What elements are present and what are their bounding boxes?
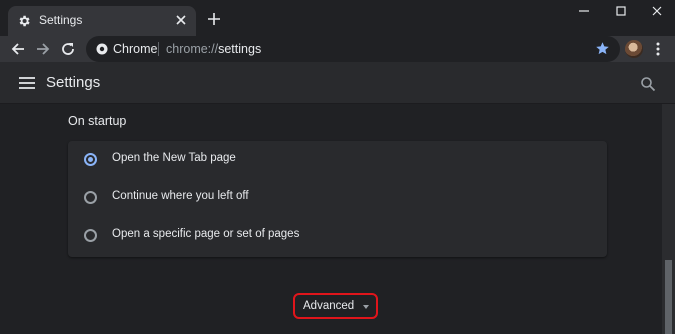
startup-option-specific-pages[interactable]: Open a specific page or set of pages: [68, 217, 607, 255]
site-name: Chrome: [113, 42, 158, 56]
radio-label: Continue where you left off: [112, 190, 249, 202]
radio-label: Open a specific page or set of pages: [112, 228, 300, 240]
gear-icon: [19, 15, 30, 27]
close-icon[interactable]: [648, 4, 666, 18]
omnibox-separator: [158, 42, 159, 56]
back-icon[interactable]: [9, 40, 27, 58]
reload-icon[interactable]: [59, 40, 77, 58]
hamburger-menu-icon[interactable]: [18, 76, 36, 90]
url-host: settings: [218, 42, 262, 56]
search-icon[interactable]: [640, 76, 656, 92]
chevron-down-icon: [363, 305, 369, 309]
bookmark-star-icon[interactable]: [595, 41, 610, 56]
tab-settings[interactable]: Settings: [8, 6, 196, 36]
url-scheme: chrome://: [166, 42, 219, 56]
startup-option-continue[interactable]: Continue where you left off: [68, 179, 607, 217]
page-title: Settings: [46, 74, 101, 91]
startup-option-new-tab[interactable]: Open the New Tab page: [68, 141, 607, 179]
radio-label: Open the New Tab page: [112, 152, 236, 164]
minimize-icon[interactable]: [575, 4, 593, 18]
radio-button-selected[interactable]: [84, 153, 97, 166]
title-bar: Settings: [0, 0, 675, 36]
url-text[interactable]: chrome://settings: [166, 42, 261, 56]
forward-icon[interactable]: [34, 40, 52, 58]
toolbar: Chrome chrome://settings: [0, 36, 675, 62]
tab-title: Settings: [39, 13, 83, 27]
menu-dots-icon[interactable]: [652, 41, 664, 57]
maximize-icon[interactable]: [612, 4, 630, 18]
close-tab-icon[interactable]: [174, 13, 188, 27]
advanced-label: Advanced: [303, 300, 355, 312]
profile-avatar[interactable]: [625, 40, 643, 58]
advanced-button[interactable]: Advanced: [293, 293, 378, 319]
radio-button[interactable]: [84, 191, 97, 204]
scrollbar[interactable]: [662, 104, 675, 334]
chrome-icon: [96, 43, 108, 55]
settings-content: On startup Open the New Tab page Continu…: [0, 104, 662, 334]
section-title-on-startup: On startup: [68, 114, 127, 128]
startup-options-card: Open the New Tab page Continue where you…: [68, 141, 607, 257]
settings-header: Settings: [0, 62, 675, 104]
radio-button[interactable]: [84, 229, 97, 242]
omnibox[interactable]: Chrome chrome://settings: [86, 36, 620, 62]
scrollbar-thumb[interactable]: [665, 260, 672, 334]
new-tab-icon[interactable]: [207, 12, 221, 26]
